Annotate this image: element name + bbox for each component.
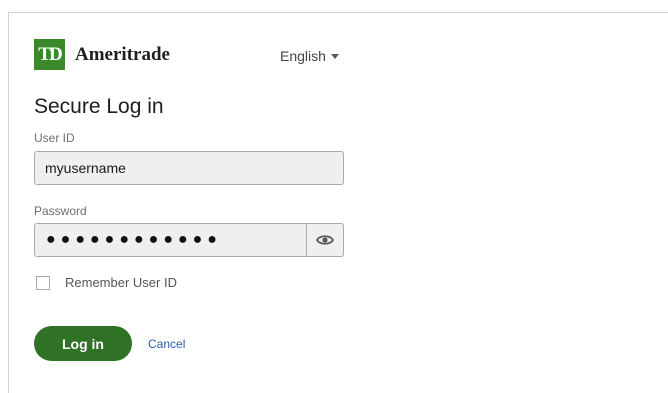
login-button[interactable]: Log in	[34, 326, 132, 361]
password-label: Password	[34, 204, 87, 218]
remember-checkbox[interactable]	[36, 275, 50, 290]
eye-icon	[316, 235, 334, 245]
remember-user-id[interactable]: Remember User ID	[36, 275, 177, 290]
password-field[interactable]: ●●●●●●●●●●●●	[35, 224, 306, 256]
brand-name: Ameritrade	[75, 43, 170, 65]
chevron-down-icon	[330, 53, 339, 59]
td-logo-mark: TD	[34, 39, 65, 70]
language-selector[interactable]: English	[280, 48, 339, 64]
user-id-field[interactable]: myusername	[34, 151, 344, 185]
password-field-wrapper: ●●●●●●●●●●●●	[34, 223, 344, 257]
cancel-link[interactable]: Cancel	[148, 337, 185, 351]
page-title: Secure Log in	[34, 95, 164, 118]
remember-label: Remember User ID	[65, 275, 177, 290]
user-id-label: User ID	[34, 131, 75, 145]
td-ameritrade-logo: TD Ameritrade	[34, 39, 170, 70]
show-password-button[interactable]	[306, 224, 343, 256]
login-panel: TD Ameritrade English Secure Log in User…	[8, 12, 668, 393]
language-selected: English	[280, 48, 326, 64]
